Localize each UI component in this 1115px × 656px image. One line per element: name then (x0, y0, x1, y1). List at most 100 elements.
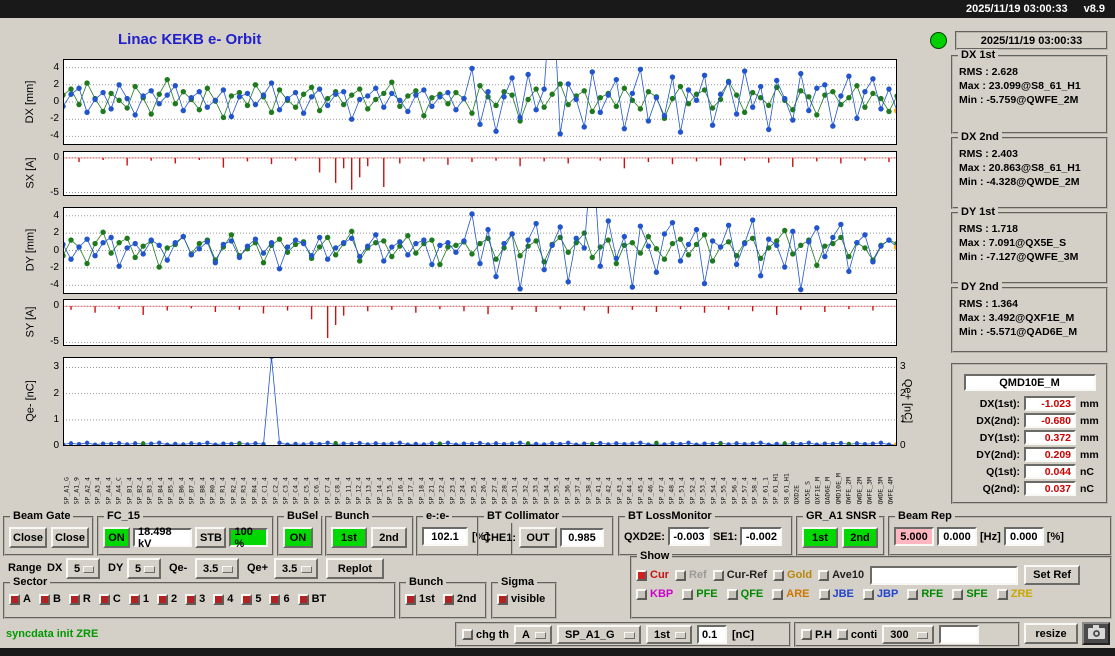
checkbox-rfe[interactable]: RFE (907, 588, 943, 600)
checkbox-box[interactable] (712, 569, 724, 581)
checkbox-box[interactable] (907, 588, 919, 600)
checkbox-box[interactable] (9, 593, 20, 605)
element-select[interactable]: SP_A1_G (557, 625, 641, 644)
checkbox-box[interactable] (836, 629, 848, 640)
checkbox-sfe[interactable]: SFE (952, 588, 988, 600)
checkbox-c[interactable]: C (98, 593, 121, 605)
checkbox-box[interactable] (818, 569, 830, 581)
checkbox-box[interactable] (952, 588, 964, 600)
sy-steering-plot[interactable] (63, 299, 897, 346)
checkbox-box[interactable] (497, 593, 508, 605)
checkbox-box[interactable] (156, 593, 168, 605)
mode-select[interactable]: A (514, 625, 552, 644)
checkbox-4[interactable]: 4 (213, 593, 233, 605)
checkbox-box[interactable] (297, 593, 309, 605)
checkbox-a[interactable]: A (9, 593, 31, 605)
snsr-1st-button[interactable]: 1st (802, 527, 838, 548)
beam-gate-close-1-button[interactable]: Close (9, 527, 47, 548)
checkbox-box[interactable] (405, 593, 416, 605)
checkbox-box[interactable] (38, 593, 50, 605)
checkbox-box[interactable] (773, 569, 785, 581)
checkbox-kbp[interactable]: KBP (636, 588, 673, 600)
checkbox-box[interactable] (213, 593, 225, 605)
replot-button[interactable]: Replot (326, 558, 384, 579)
checkbox-box[interactable] (636, 569, 647, 581)
checkbox-6[interactable]: 6 (269, 593, 290, 605)
threshold-input[interactable] (697, 625, 727, 644)
x-axis-label: SP_13_4 (364, 477, 373, 505)
x-axis-label: SP_41_4 (594, 477, 603, 505)
fc15-stb-button[interactable]: STB (195, 527, 227, 548)
che1-out-button[interactable]: OUT (519, 527, 558, 548)
range-dy-select[interactable]: 5 (127, 558, 161, 579)
sx-steering-plot[interactable] (63, 151, 897, 196)
checkbox-r[interactable]: R (68, 593, 91, 605)
checkbox-box[interactable] (674, 569, 686, 581)
checkbox-box[interactable] (269, 593, 281, 605)
checkbox-qfe[interactable]: QFE (726, 588, 763, 600)
chg-th-checkbox[interactable]: chg th (462, 629, 509, 641)
checkbox-1st[interactable]: 1st (405, 593, 435, 605)
checkbox-label: 5 (255, 593, 262, 605)
checkbox-3[interactable]: 3 (185, 593, 205, 605)
checkbox-box[interactable] (68, 593, 80, 605)
interval-select[interactable]: 300 (882, 625, 935, 644)
checkbox-box[interactable] (462, 629, 473, 640)
checkbox-pfe[interactable]: PFE (682, 588, 718, 600)
checkbox-zre[interactable]: ZRE (996, 588, 1033, 600)
x-axis-label: SP_C7_4 (323, 477, 332, 505)
range-qe-minus-select[interactable]: 3.5 (195, 558, 239, 579)
checkbox-gold[interactable]: Gold (773, 569, 812, 581)
checkbox-are[interactable]: ARE (772, 588, 810, 600)
checkbox-bt[interactable]: BT (297, 593, 326, 605)
checkbox-box[interactable] (98, 593, 110, 605)
checkbox-ref[interactable]: Ref (674, 569, 707, 581)
checkbox-box[interactable] (801, 629, 812, 640)
checkbox-1[interactable]: 1 (128, 593, 149, 605)
checkbox-ave10[interactable]: Ave10 (818, 569, 864, 581)
bunch-select[interactable]: 1st (646, 625, 692, 644)
selected-element-name[interactable]: QMD10E_M (963, 374, 1096, 391)
checkbox-2nd[interactable]: 2nd (442, 593, 476, 605)
checkbox-box[interactable] (636, 588, 647, 600)
x-axis-label: SP_47_4 (657, 477, 665, 505)
set-ref-button[interactable]: Set Ref (1024, 565, 1081, 585)
conti-checkbox[interactable]: conti (836, 629, 877, 641)
fc15-on-button[interactable]: ON (103, 527, 130, 548)
checkbox-box[interactable] (241, 593, 253, 605)
checkbox-box[interactable] (726, 588, 738, 600)
checkbox-box[interactable] (818, 588, 830, 600)
resize-button[interactable]: resize (1024, 623, 1078, 644)
checkbox-jbe[interactable]: JBE (818, 588, 854, 600)
checkbox-box[interactable] (996, 588, 1008, 600)
dy-orbit-plot[interactable] (60, 143, 900, 294)
checkbox-box[interactable] (185, 593, 197, 605)
checkbox-box[interactable] (442, 593, 454, 605)
bunch-1st-button[interactable]: 1st (331, 527, 367, 548)
ph-checkbox[interactable]: P.H (801, 629, 832, 641)
checkbox-jbp[interactable]: JBP (862, 588, 898, 600)
beam-gate-close-2-button[interactable]: Close (51, 527, 89, 548)
checkbox-cur[interactable]: Cur (636, 569, 669, 581)
checkbox-visible[interactable]: visible (497, 593, 545, 605)
checkbox-box[interactable] (862, 588, 874, 600)
checkbox-box[interactable] (682, 588, 694, 600)
ref-name-input[interactable] (870, 565, 1019, 585)
charge-plot[interactable] (60, 354, 900, 448)
range-dx-select[interactable]: 5 (66, 558, 100, 579)
checkbox-2[interactable]: 2 (156, 593, 177, 605)
checkbox-cur-ref[interactable]: Cur-Ref (712, 569, 767, 581)
checkbox-b[interactable]: B (38, 593, 61, 605)
screenshot-camera-button[interactable] (1082, 622, 1110, 645)
range-qe-plus-select[interactable]: 3.5 (274, 558, 318, 579)
busel-on-button[interactable]: ON (283, 527, 313, 548)
qmd-row-unit: mm (1080, 397, 1099, 410)
extra-input[interactable] (939, 625, 980, 644)
snsr-2nd-button[interactable]: 2nd (842, 527, 878, 548)
checkbox-box[interactable] (772, 588, 784, 600)
bunch-2nd-button[interactable]: 2nd (371, 527, 407, 548)
checkbox-box[interactable] (128, 593, 140, 605)
dx-orbit-plot[interactable] (60, 0, 900, 145)
x-axis-label: SP_44_4 (625, 477, 634, 505)
checkbox-5[interactable]: 5 (241, 593, 261, 605)
